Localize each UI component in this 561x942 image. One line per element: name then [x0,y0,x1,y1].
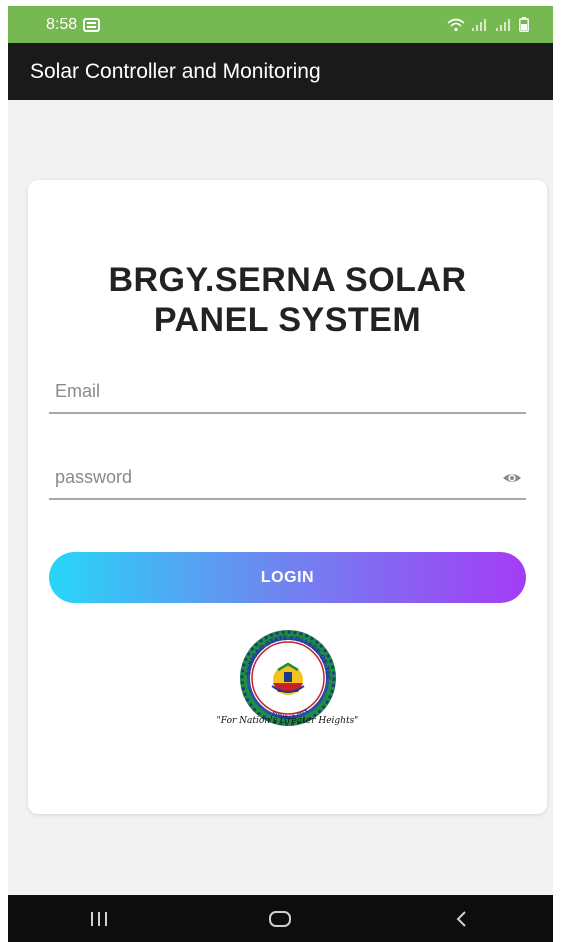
wifi-icon [447,18,465,31]
app-title: Solar Controller and Monitoring [30,59,321,83]
password-input[interactable] [49,456,526,498]
battery-icon [519,17,529,32]
email-field [49,370,526,414]
navigation-bar [8,895,553,942]
status-left: 8:58 [46,15,101,34]
seal-tagline: "For Nation's Greater Heights" [216,716,359,726]
password-field [49,456,526,500]
status-right [447,17,529,32]
login-button[interactable]: LOGIN [49,552,526,603]
signal-icon [472,18,486,31]
home-button[interactable] [260,899,300,939]
login-card: BRGY.SERNA SOLAR PANEL SYSTEM LOGIN [28,180,547,814]
college-seal-logo: SURIGAO STATE COLLEGE OF TECHNOLOGY SURI… [228,628,336,726]
status-bar: 8:58 [8,6,553,43]
home-icon [269,910,292,927]
message-icon [83,17,101,32]
status-time: 8:58 [46,15,78,33]
recents-button[interactable] [79,899,119,939]
phone-screen: 8:58 Solar Controller and Monitoring BRG… [8,6,553,942]
system-title-line2: PANEL SYSTEM [153,301,422,339]
back-button[interactable] [442,899,482,939]
recents-icon [90,911,107,926]
app-bar: Solar Controller and Monitoring [8,43,553,100]
back-icon [456,910,466,927]
signal-icon [496,18,510,31]
system-title: BRGY.SERNA SOLAR PANEL SYSTEM [28,260,547,340]
eye-icon[interactable] [502,468,522,488]
email-input[interactable] [49,370,526,412]
system-title-line1: BRGY.SERNA SOLAR [108,261,467,299]
